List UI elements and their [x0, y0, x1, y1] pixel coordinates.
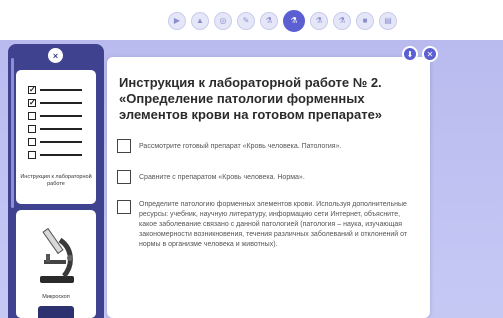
- play-icon[interactable]: ▶: [168, 12, 186, 30]
- sidebar-item-label: Инструкция к лабораторной работе: [20, 174, 92, 187]
- flask-icon[interactable]: ⚗: [310, 12, 328, 30]
- download-icon: ⬇: [406, 49, 414, 59]
- video-icon[interactable]: ■: [356, 12, 374, 30]
- checklist-icon: ✓ ✓: [28, 84, 82, 162]
- instruction-panel: Инструкция к лабораторной работе № 2. «О…: [107, 57, 430, 318]
- microscope-icon: [40, 227, 74, 283]
- close-icon: ×: [52, 50, 59, 61]
- task-item: Рассмотрите готовый препарат «Кровь чело…: [117, 139, 341, 153]
- close-icon: ✕: [426, 49, 434, 59]
- task-checkbox[interactable]: [117, 170, 131, 184]
- download-button[interactable]: ⬇: [402, 46, 418, 62]
- document-icon[interactable]: ▤: [379, 12, 397, 30]
- pen-icon[interactable]: ✎: [237, 12, 255, 30]
- microscope-open-button[interactable]: [38, 306, 74, 318]
- section-icons: ▶ ▲ ◎ ✎ ⚗ ⚗ ⚗ ⚗ ■ ▤: [168, 10, 397, 32]
- task-text: Сравните с препаратом «Кровь человека. Н…: [139, 174, 305, 181]
- task-text: Рассмотрите готовый препарат «Кровь чело…: [139, 143, 342, 150]
- page-title: Инструкция к лабораторной работе № 2. «О…: [119, 75, 383, 122]
- sidebar-item-instruction[interactable]: ✓ ✓ Инструкция к лабораторной работе: [16, 70, 96, 204]
- task-item: Сравните с препаратом «Кровь человека. Н…: [117, 170, 305, 184]
- task-text: Определите патологию форменных элементов…: [139, 201, 408, 248]
- top-navigation: ▶ ▲ ◎ ✎ ⚗ ⚗ ⚗ ⚗ ■ ▤: [0, 0, 503, 40]
- sidebar-close-button[interactable]: ×: [48, 48, 63, 63]
- task-checkbox[interactable]: [117, 200, 131, 214]
- target-icon[interactable]: ◎: [214, 12, 232, 30]
- sidebar-item-label: Микроскоп: [42, 294, 70, 300]
- flask-icon[interactable]: ⚗: [260, 12, 278, 30]
- sidebar-item-microscope[interactable]: Микроскоп: [16, 210, 96, 318]
- flask-icon[interactable]: ⚗: [283, 10, 305, 32]
- close-button[interactable]: ✕: [422, 46, 438, 62]
- sidebar-scrollbar[interactable]: [11, 58, 14, 208]
- flask-icon[interactable]: ⚗: [333, 12, 351, 30]
- graduation-icon[interactable]: ▲: [191, 12, 209, 30]
- task-checkbox[interactable]: [117, 139, 131, 153]
- task-item: Определите патологию форменных элементов…: [117, 200, 417, 250]
